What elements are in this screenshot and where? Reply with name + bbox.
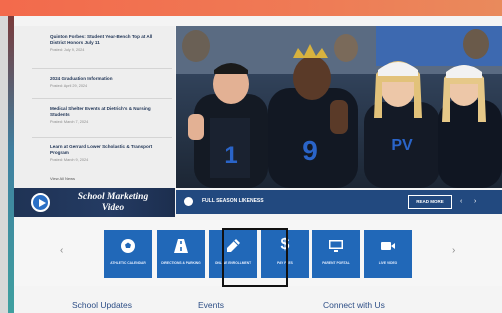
jersey-number: 9 (302, 135, 318, 166)
students-photo: 1 9 PV (176, 26, 502, 188)
quick-link-label: LIVE VIDEO (378, 261, 398, 265)
view-all-news-link[interactable]: View All News (50, 176, 75, 181)
jersey-number: 1 (224, 142, 237, 169)
news-item[interactable]: 2024 Graduation Information Posted: Apri… (14, 72, 175, 88)
news-item[interactable]: Medical Shelter Events at Dietrich's & N… (14, 102, 175, 124)
news-item[interactable]: Quinton Forbes: Student Year-Bench Top a… (14, 30, 175, 52)
road-icon (174, 239, 188, 253)
hero-caption-bar: FULL SEASON LIKENESS READ MORE ‹ › (176, 190, 502, 214)
news-title[interactable]: Quinton Forbes: Student Year-Bench Top a… (50, 34, 165, 46)
quick-link-live-video[interactable]: LIVE VIDEO (364, 230, 412, 278)
news-item[interactable]: Learn at Gerrard Lower Scholastic & Tran… (14, 140, 175, 162)
divider (32, 98, 172, 99)
divider (32, 137, 172, 138)
quick-link-label: DIRECTIONS & PARKING (161, 261, 201, 265)
shirt-text: PV (391, 137, 413, 154)
video-camera-icon (381, 242, 395, 250)
info-icon (184, 197, 193, 206)
quick-link-directions[interactable]: DIRECTIONS & PARKING (157, 230, 205, 278)
play-icon[interactable] (31, 193, 50, 212)
news-date: Posted: March 7, 2024 (50, 120, 89, 124)
news-title[interactable]: 2024 Graduation Information (50, 76, 165, 82)
quick-link-label: PARENT PORTAL (322, 261, 350, 265)
hero-photo[interactable]: 1 9 PV (176, 26, 502, 188)
news-list: Quinton Forbes: Student Year-Bench Top a… (14, 26, 175, 188)
tab-events[interactable]: Events (198, 300, 224, 310)
news-title[interactable]: Learn at Gerrard Lower Scholastic & Tran… (50, 144, 165, 156)
promo-line-2: Video (101, 202, 125, 213)
tab-connect-with-us[interactable]: Connect with Us (323, 300, 385, 310)
quick-link-parent-portal[interactable]: PARENT PORTAL (312, 230, 360, 278)
news-title[interactable]: Medical Shelter Events at Dietrich's & N… (50, 106, 165, 118)
tab-school-updates[interactable]: School Updates (72, 300, 132, 310)
hero-next-arrow[interactable]: › (474, 197, 476, 206)
divider (32, 68, 172, 69)
top-accent-band (0, 0, 502, 16)
quick-links-prev-arrow[interactable]: ‹ (60, 245, 63, 256)
promo-line-1: School Marketing (77, 192, 149, 202)
school-marketing-video-promo[interactable]: School Marketing Video (14, 188, 175, 217)
soccer-ball-icon (121, 239, 135, 253)
news-date: Posted: March 9, 2024 (50, 158, 89, 162)
quick-link-label: ATHLETIC CALENDAR (110, 261, 146, 265)
hero-caption: FULL SEASON LIKENESS (202, 198, 264, 204)
selection-highlight-box (222, 228, 288, 287)
news-date: Posted: July 9, 2024 (50, 48, 85, 52)
quick-links-next-arrow[interactable]: › (452, 245, 455, 256)
monitor-icon (329, 240, 343, 252)
promo-title: School Marketing Video (58, 192, 168, 213)
news-date: Posted: April 29, 2024 (50, 84, 88, 88)
quick-link-athletic-calendar[interactable]: ATHLETIC CALENDAR (104, 230, 152, 278)
hero-prev-arrow[interactable]: ‹ (460, 197, 462, 206)
play-triangle-icon (39, 199, 46, 207)
read-more-button[interactable]: READ MORE (408, 195, 452, 209)
